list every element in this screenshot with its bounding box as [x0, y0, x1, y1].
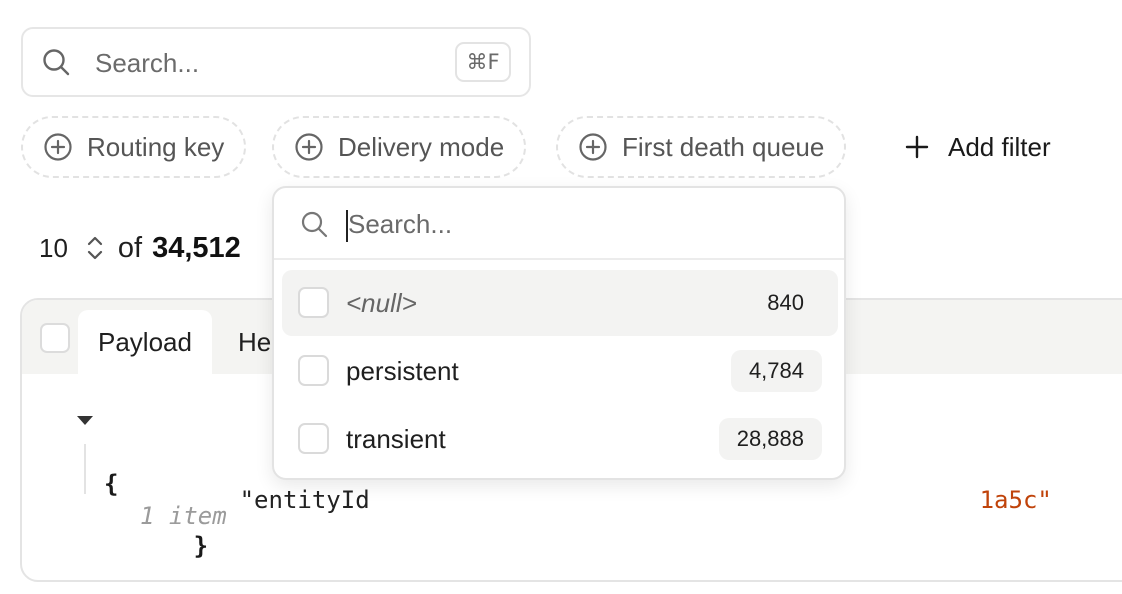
- pagination: 10 of 34,512: [39, 226, 241, 270]
- caret-down-icon[interactable]: [77, 416, 93, 425]
- page: Search... ⌘F Routing key Delivery mode F…: [0, 0, 1122, 594]
- filter-chip-delivery-mode[interactable]: Delivery mode: [272, 116, 527, 178]
- search-icon: [43, 49, 70, 76]
- tab-payload[interactable]: Payload: [78, 310, 212, 374]
- filter-chip-label: Delivery mode: [338, 131, 505, 162]
- total-count: 34,512: [152, 231, 241, 264]
- dropdown-search: [274, 188, 844, 260]
- json-viewer: { 1 item "entityId 1a5c" }: [77, 404, 1052, 580]
- plus-circle-icon: [44, 133, 72, 161]
- search-icon: [301, 211, 328, 238]
- json-key: "entityId: [239, 486, 370, 514]
- plus-circle-icon: [579, 133, 607, 161]
- json-value: 1a5c": [979, 486, 1052, 514]
- plus-icon: [905, 135, 929, 159]
- json-open-brace: {: [104, 470, 119, 498]
- page-size-value[interactable]: 10: [39, 233, 68, 264]
- option-label: persistent: [346, 356, 459, 386]
- option-checkbox[interactable]: [298, 287, 329, 318]
- tab-label: Payload: [98, 326, 192, 357]
- search-shortcut-badge: ⌘F: [455, 42, 511, 82]
- option-null[interactable]: <null> 840: [282, 270, 838, 336]
- json-indent-guide: [84, 444, 86, 494]
- sort-icon[interactable]: [84, 232, 106, 264]
- option-checkbox[interactable]: [298, 423, 329, 454]
- option-count: 28,888: [718, 418, 822, 460]
- search-input[interactable]: Search...: [95, 48, 199, 79]
- tab-label: He: [238, 326, 272, 357]
- option-persistent[interactable]: persistent 4,784: [282, 338, 838, 404]
- filter-chip-first-death-queue[interactable]: First death queue: [556, 116, 847, 178]
- option-label: transient: [346, 424, 446, 454]
- filter-chip-routing-key[interactable]: Routing key: [21, 116, 247, 178]
- filter-chip-label: First death queue: [622, 131, 825, 162]
- delivery-mode-dropdown: <null> 840 persistent 4,784 transient 28…: [272, 186, 846, 480]
- dropdown-search-input[interactable]: [348, 204, 808, 244]
- json-close-brace: }: [193, 532, 209, 560]
- pagination-of-label: of: [117, 231, 143, 264]
- option-count: 4,784: [730, 350, 822, 392]
- add-filter-label: Add filter: [948, 131, 1051, 162]
- option-count: 840: [767, 290, 804, 315]
- option-checkbox[interactable]: [298, 355, 329, 386]
- select-all-checkbox[interactable]: [40, 323, 70, 353]
- option-label: <null>: [346, 288, 417, 318]
- filter-chip-label: Routing key: [87, 131, 225, 162]
- plus-circle-icon: [295, 133, 323, 161]
- search-bar[interactable]: Search... ⌘F: [21, 27, 531, 97]
- option-transient[interactable]: transient 28,888: [282, 406, 838, 472]
- add-filter-button[interactable]: Add filter: [904, 128, 1051, 166]
